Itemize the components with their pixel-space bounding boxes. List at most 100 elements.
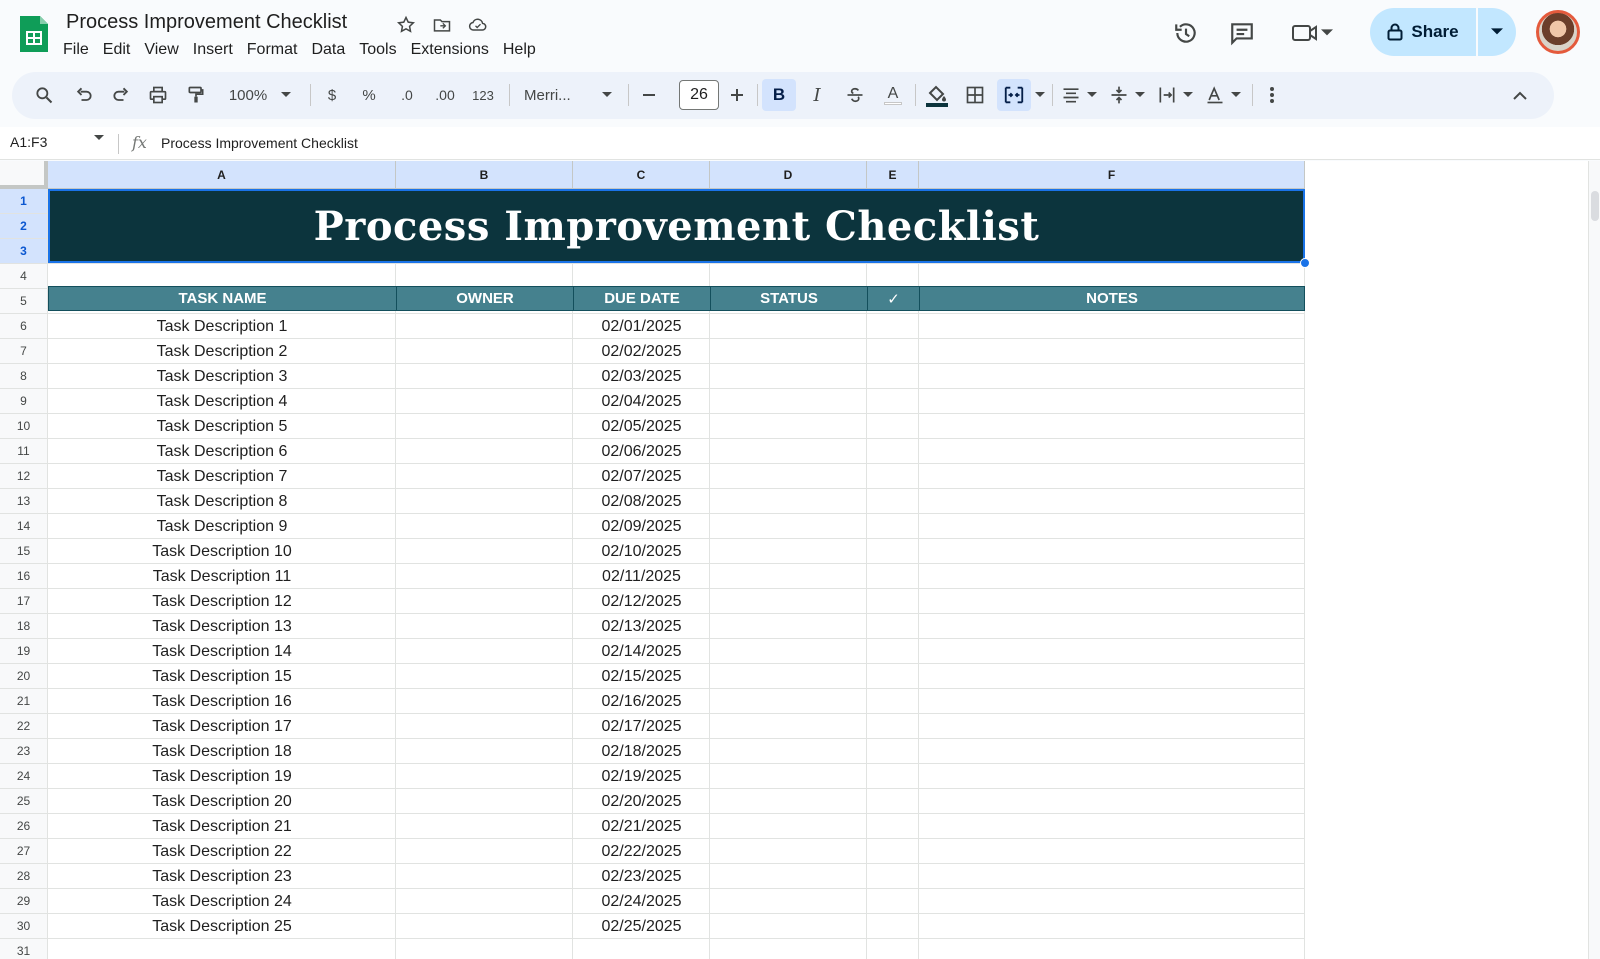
font-size-input[interactable]: 26 xyxy=(679,80,719,110)
text-wrapping-icon[interactable] xyxy=(1154,79,1196,111)
sheet-grid[interactable]: A B C D E F 1 2 3 4 5 6 7 8 9 10 11 12 13 14 15 16 17 18 1… xyxy=(0,161,1588,959)
header-notes[interactable]: NOTES xyxy=(919,286,1305,311)
due-date-cell[interactable]: 02/18/2025 xyxy=(573,739,710,764)
strikethrough-icon[interactable] xyxy=(840,79,870,111)
menu-file[interactable]: File xyxy=(56,39,96,61)
row-header[interactable]: 22 xyxy=(0,714,48,739)
due-date-cell[interactable]: 02/06/2025 xyxy=(573,439,710,464)
due-date-cell[interactable]: 02/02/2025 xyxy=(573,339,710,364)
due-date-cell[interactable]: 02/01/2025 xyxy=(573,314,710,339)
row-header[interactable]: 7 xyxy=(0,339,48,364)
row-header[interactable]: 14 xyxy=(0,514,48,539)
column-header-f[interactable]: F xyxy=(919,161,1305,189)
task-name-cell[interactable]: Task Description 25 xyxy=(48,914,396,939)
row-header[interactable]: 25 xyxy=(0,789,48,814)
row-header[interactable]: 19 xyxy=(0,639,48,664)
due-date-cell[interactable]: 02/07/2025 xyxy=(573,464,710,489)
text-color-button[interactable]: A xyxy=(878,79,908,111)
font-family-select[interactable]: Merri... xyxy=(518,79,618,111)
row-header[interactable]: 21 xyxy=(0,689,48,714)
menu-extensions[interactable]: Extensions xyxy=(404,39,496,61)
row-header[interactable]: 17 xyxy=(0,589,48,614)
increase-font-size-icon[interactable] xyxy=(724,79,750,111)
task-name-cell[interactable]: Task Description 10 xyxy=(48,539,396,564)
due-date-cell[interactable]: 02/08/2025 xyxy=(573,489,710,514)
task-name-cell[interactable]: Task Description 9 xyxy=(48,514,396,539)
more-options-icon[interactable] xyxy=(1260,79,1284,111)
merged-title-cell[interactable]: Process Improvement Checklist xyxy=(48,189,1305,263)
header-task-name[interactable]: TASK NAME xyxy=(48,286,397,311)
vertical-align-icon[interactable] xyxy=(1106,79,1148,111)
row-header[interactable]: 24 xyxy=(0,764,48,789)
row-header[interactable]: 27 xyxy=(0,839,48,864)
selection-fill-handle[interactable] xyxy=(1300,258,1310,268)
search-menus-icon[interactable] xyxy=(30,79,58,111)
task-name-cell[interactable]: Task Description 1 xyxy=(48,314,396,339)
chevron-down-icon[interactable] xyxy=(94,135,104,141)
paint-format-icon[interactable] xyxy=(182,79,210,111)
row-header[interactable]: 18 xyxy=(0,614,48,639)
column-header-d[interactable]: D xyxy=(710,161,867,189)
task-name-cell[interactable]: Task Description 4 xyxy=(48,389,396,414)
task-name-cell[interactable]: Task Description 18 xyxy=(48,739,396,764)
header-owner[interactable]: OWNER xyxy=(396,286,574,311)
task-name-cell[interactable]: Task Description 3 xyxy=(48,364,396,389)
bold-button[interactable]: B xyxy=(762,79,796,111)
task-name-cell[interactable]: Task Description 2 xyxy=(48,339,396,364)
task-name-cell[interactable]: Task Description 6 xyxy=(48,439,396,464)
select-all-corner[interactable] xyxy=(0,161,48,189)
task-name-cell[interactable]: Task Description 14 xyxy=(48,639,396,664)
share-dropdown-button[interactable] xyxy=(1478,8,1516,56)
due-date-cell[interactable]: 02/25/2025 xyxy=(573,914,710,939)
task-name-cell[interactable]: Task Description 24 xyxy=(48,889,396,914)
cloud-saved-icon[interactable] xyxy=(464,12,492,38)
due-date-cell[interactable]: 02/14/2025 xyxy=(573,639,710,664)
row-header[interactable]: 4 xyxy=(0,264,48,289)
undo-icon[interactable] xyxy=(70,79,98,111)
redo-icon[interactable] xyxy=(107,79,135,111)
star-icon[interactable] xyxy=(392,12,420,38)
due-date-cell[interactable]: 02/09/2025 xyxy=(573,514,710,539)
fill-color-icon[interactable] xyxy=(922,79,952,111)
due-date-cell[interactable]: 02/17/2025 xyxy=(573,714,710,739)
row-header[interactable]: 16 xyxy=(0,564,48,589)
menu-tools[interactable]: Tools xyxy=(352,39,403,61)
due-date-cell[interactable]: 02/10/2025 xyxy=(573,539,710,564)
sheets-logo-icon[interactable] xyxy=(18,14,50,54)
horizontal-align-icon[interactable] xyxy=(1058,79,1100,111)
row-header[interactable]: 5 xyxy=(0,289,48,314)
task-name-cell[interactable]: Task Description 17 xyxy=(48,714,396,739)
due-date-cell[interactable]: 02/04/2025 xyxy=(573,389,710,414)
text-rotation-icon[interactable] xyxy=(1202,79,1244,111)
header-due-date[interactable]: DUE DATE xyxy=(573,286,711,311)
due-date-cell[interactable]: 02/12/2025 xyxy=(573,589,710,614)
menu-insert[interactable]: Insert xyxy=(186,39,240,61)
row-header[interactable]: 3 xyxy=(0,239,48,264)
vertical-scrollbar[interactable] xyxy=(1588,161,1600,959)
row-header[interactable]: 15 xyxy=(0,539,48,564)
row-header[interactable]: 1 xyxy=(0,189,48,214)
row-header[interactable]: 29 xyxy=(0,889,48,914)
row-header[interactable]: 31 xyxy=(0,939,48,959)
row-header[interactable]: 11 xyxy=(0,439,48,464)
row-header[interactable]: 13 xyxy=(0,489,48,514)
task-name-cell[interactable]: Task Description 5 xyxy=(48,414,396,439)
row-header[interactable]: 20 xyxy=(0,664,48,689)
decrease-decimal-button[interactable]: .0 xyxy=(392,79,422,111)
meet-icon[interactable] xyxy=(1284,17,1340,49)
avatar[interactable] xyxy=(1536,10,1580,54)
italic-button[interactable]: I xyxy=(802,79,832,111)
more-formats-button[interactable]: 123 xyxy=(468,79,498,111)
task-name-cell[interactable]: Task Description 12 xyxy=(48,589,396,614)
zoom-select[interactable]: 100% xyxy=(220,79,300,111)
comments-icon[interactable] xyxy=(1226,17,1258,49)
task-name-cell[interactable]: Task Description 23 xyxy=(48,864,396,889)
decrease-font-size-icon[interactable] xyxy=(636,79,662,111)
due-date-cell[interactable]: 02/15/2025 xyxy=(573,664,710,689)
task-name-cell[interactable]: Task Description 8 xyxy=(48,489,396,514)
due-date-cell[interactable]: 02/21/2025 xyxy=(573,814,710,839)
increase-decimal-button[interactable]: .00 xyxy=(430,79,460,111)
column-header-a[interactable]: A xyxy=(48,161,396,189)
column-header-b[interactable]: B xyxy=(396,161,573,189)
task-name-cell[interactable]: Task Description 13 xyxy=(48,614,396,639)
